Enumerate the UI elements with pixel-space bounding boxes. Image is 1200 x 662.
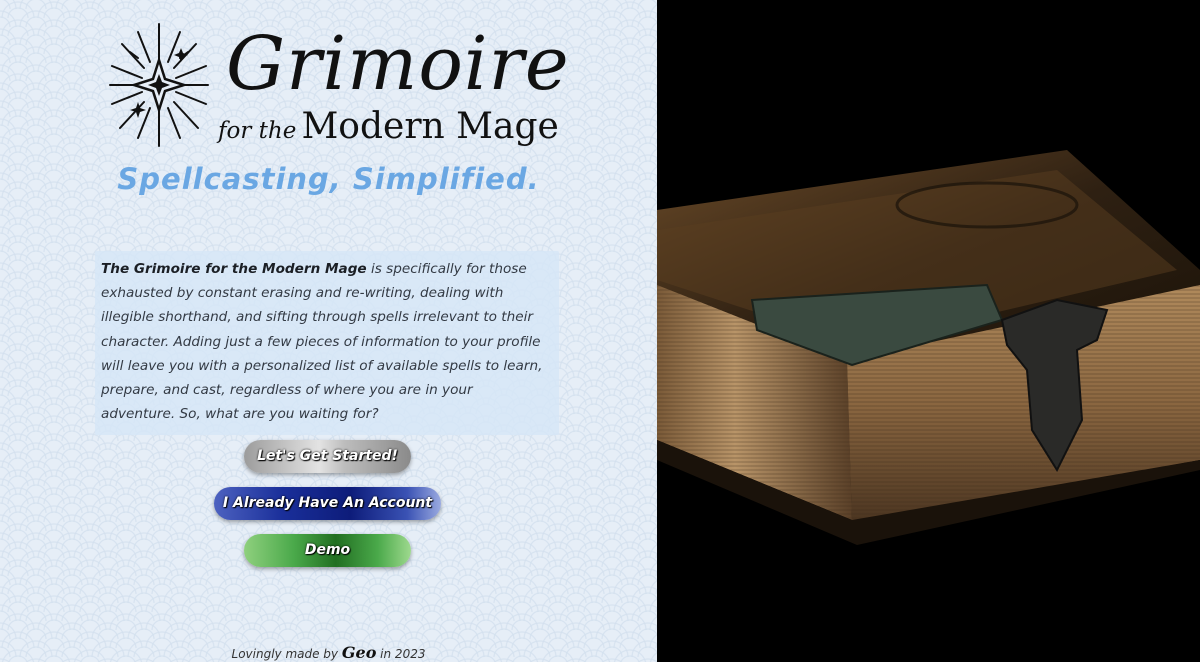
intro-paragraph: The Grimoire for the Modern Mage is spec… <box>95 251 559 435</box>
demo-button[interactable]: Demo <box>244 534 411 567</box>
old-book-image <box>657 0 1200 662</box>
get-started-button[interactable]: Let's Get Started! <box>244 440 411 473</box>
intro-text: is specifically for those exhausted by c… <box>101 261 543 423</box>
logo-subtitle-big: Modern Mage <box>301 106 559 147</box>
footer-prefix: Lovingly made by <box>231 647 342 661</box>
hero-image-panel <box>657 0 1200 662</box>
intro-app-name: The Grimoire for the Modern Mage <box>101 261 367 277</box>
existing-account-button[interactable]: I Already Have An Account <box>214 487 441 520</box>
logo-subtitle-small: for the <box>218 118 297 144</box>
tagline: Spellcasting, Simplified. <box>117 162 540 196</box>
footer-author: Geo <box>341 643 377 662</box>
footer: Lovingly made by Geo in 2023 <box>0 643 657 662</box>
footer-suffix: in 2023 <box>376 647 426 661</box>
sparkle-star-icon <box>109 23 209 147</box>
logo-title: Grimoire <box>226 21 570 107</box>
landing-panel: Grimoire for the Modern Mage Spellcastin… <box>0 0 657 662</box>
logo-subtitle: for the Modern Mage <box>218 106 559 147</box>
logo: Grimoire for the Modern Mage <box>108 18 569 158</box>
